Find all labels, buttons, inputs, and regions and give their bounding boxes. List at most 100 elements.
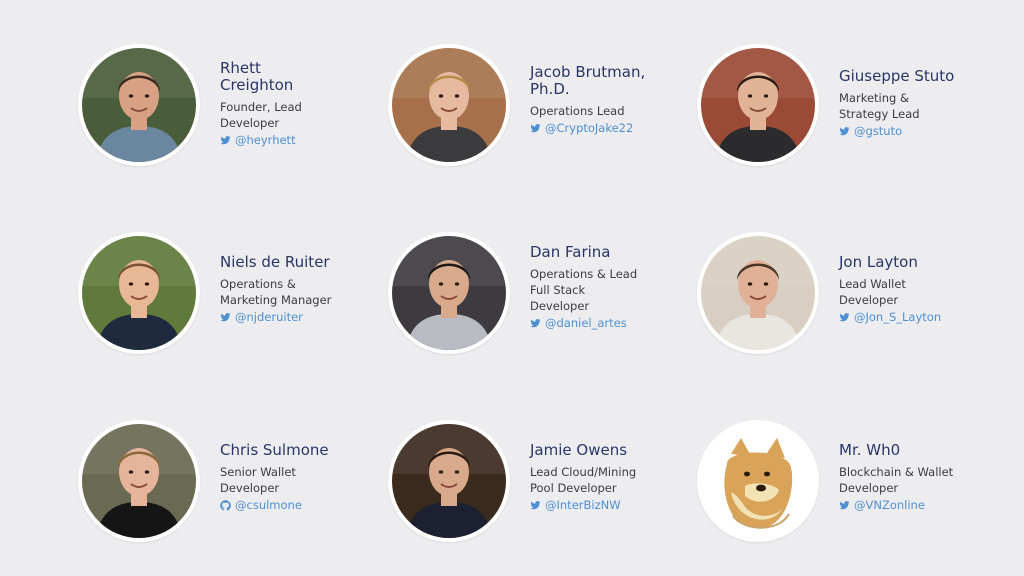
member-role-line: Marketing Manager xyxy=(220,293,332,307)
member-role-line: Blockchain & Wallet xyxy=(839,465,954,479)
social-handle-link[interactable]: @gstuto xyxy=(839,123,999,139)
member-name-line: Dan Farina xyxy=(530,243,611,261)
social-handle-link[interactable]: @CryptoJake22 xyxy=(530,120,690,136)
social-handle-link[interactable]: @Jon_S_Layton xyxy=(839,309,999,325)
profile-photo xyxy=(82,48,196,162)
avatar xyxy=(78,44,200,166)
twitter-icon xyxy=(530,500,541,509)
member-name-line: Jamie Owens xyxy=(530,441,628,459)
twitter-icon xyxy=(220,312,231,321)
team-member-card: Jamie Owens Lead Cloud/Mining Pool Develop… xyxy=(388,420,688,550)
doge-logo xyxy=(701,424,815,538)
twitter-icon xyxy=(839,312,850,321)
social-handle-text: @CryptoJake22 xyxy=(545,121,634,135)
twitter-icon xyxy=(530,318,541,327)
member-role-line: Marketing & xyxy=(839,91,909,105)
member-role-line: Senior Wallet xyxy=(220,465,296,479)
social-handle-text: @gstuto xyxy=(854,124,903,138)
avatar xyxy=(388,232,510,354)
member-name-line: Jacob Brutman, xyxy=(530,63,646,81)
team-member-card: Niels de Ruiter Operations & Marketing Man… xyxy=(78,232,378,362)
profile-photo xyxy=(82,236,196,350)
member-info: Jacob Brutman, Ph.D. Operations Lead @Crypt… xyxy=(530,64,690,136)
member-name-line: Mr. Wh0 xyxy=(839,441,901,459)
profile-photo xyxy=(701,236,815,350)
social-handle-link[interactable]: @heyrhett xyxy=(220,132,380,148)
member-role-line: Developer xyxy=(839,481,899,495)
member-name: Rhett Creighton xyxy=(220,60,380,94)
member-role-line: Lead Wallet xyxy=(839,277,906,291)
member-name: Jon Layton xyxy=(839,254,999,271)
social-handle-text: @Jon_S_Layton xyxy=(854,310,942,324)
profile-photo xyxy=(82,424,196,538)
member-info: Jamie Owens Lead Cloud/Mining Pool Develop… xyxy=(530,442,690,513)
social-handle-link[interactable]: @InterBizNW xyxy=(530,497,690,513)
member-info: Chris Sulmone Senior Wallet Developer @csul… xyxy=(220,442,380,513)
social-handle-text: @njderuiter xyxy=(235,310,303,324)
member-role-line: Developer xyxy=(839,293,899,307)
social-handle-text: @csulmone xyxy=(235,498,302,512)
avatar xyxy=(697,44,819,166)
member-info: Mr. Wh0 Blockchain & Wallet Developer @VNZo… xyxy=(839,442,999,513)
member-name-line: Niels de Ruiter xyxy=(220,253,330,271)
social-handle-link[interactable]: @VNZonline xyxy=(839,497,999,513)
profile-photo xyxy=(701,48,815,162)
member-name-line: Rhett xyxy=(220,59,261,77)
member-role-line: Founder, Lead xyxy=(220,100,302,114)
member-name: Dan Farina xyxy=(530,244,690,261)
avatar xyxy=(388,44,510,166)
team-grid: Rhett Creighton Founder, Lead Developer @hey… xyxy=(0,0,1024,576)
github-icon xyxy=(220,499,231,511)
member-name-line: Chris Sulmone xyxy=(220,441,329,459)
twitter-icon xyxy=(839,500,850,509)
avatar xyxy=(78,420,200,542)
member-name: Niels de Ruiter xyxy=(220,254,380,271)
avatar xyxy=(697,420,819,542)
member-role-line: Strategy Lead xyxy=(839,107,920,121)
avatar xyxy=(697,232,819,354)
avatar xyxy=(78,232,200,354)
member-name-line: Giuseppe Stuto xyxy=(839,67,955,85)
member-name: Mr. Wh0 xyxy=(839,442,999,459)
team-member-card: Rhett Creighton Founder, Lead Developer @hey… xyxy=(78,44,378,174)
member-info: Rhett Creighton Founder, Lead Developer @hey… xyxy=(220,60,380,148)
member-role-line: Developer xyxy=(220,116,280,130)
member-info: Niels de Ruiter Operations & Marketing Man… xyxy=(220,254,380,325)
social-handle-link[interactable]: @csulmone xyxy=(220,497,380,513)
member-name-line: Ph.D. xyxy=(530,80,570,98)
member-role-line: Operations & xyxy=(220,277,296,291)
member-role-line: Operations & Lead xyxy=(530,267,638,281)
member-role-line: Full Stack xyxy=(530,283,586,297)
member-role-line: Developer xyxy=(220,481,280,495)
team-member-card: Jacob Brutman, Ph.D. Operations Lead @Crypt… xyxy=(388,44,688,174)
twitter-icon xyxy=(530,123,541,132)
twitter-icon xyxy=(839,126,850,135)
avatar xyxy=(388,420,510,542)
team-member-card: Mr. Wh0 Blockchain & Wallet Developer @VNZo… xyxy=(697,420,997,550)
member-info: Giuseppe Stuto Marketing & Strategy Lead @g… xyxy=(839,68,999,139)
profile-photo xyxy=(392,236,506,350)
member-name: Giuseppe Stuto xyxy=(839,68,999,85)
member-name: Chris Sulmone xyxy=(220,442,380,459)
social-handle-text: @heyrhett xyxy=(235,133,296,147)
social-handle-text: @daniel_artes xyxy=(545,316,627,330)
member-info: Jon Layton Lead Wallet Developer @Jon_S_Lay… xyxy=(839,254,999,325)
team-member-card: Jon Layton Lead Wallet Developer @Jon_S_Lay… xyxy=(697,232,997,362)
member-name: Jamie Owens xyxy=(530,442,690,459)
social-handle-text: @InterBizNW xyxy=(545,498,621,512)
twitter-icon xyxy=(220,135,231,144)
social-handle-link[interactable]: @daniel_artes xyxy=(530,315,690,331)
social-handle-text: @VNZonline xyxy=(854,498,925,512)
member-role-line: Developer xyxy=(530,299,590,313)
member-role-line: Operations Lead xyxy=(530,104,625,118)
member-role-line: Lead Cloud/Mining xyxy=(530,465,637,479)
team-member-card: Chris Sulmone Senior Wallet Developer @csul… xyxy=(78,420,378,550)
social-handle-link[interactable]: @njderuiter xyxy=(220,309,380,325)
member-name-line: Jon Layton xyxy=(839,253,918,271)
member-role-line: Pool Developer xyxy=(530,481,617,495)
team-member-card: Dan Farina Operations & Lead Full Stack Dev… xyxy=(388,232,688,362)
member-name-line: Creighton xyxy=(220,76,294,94)
profile-photo xyxy=(392,48,506,162)
profile-photo xyxy=(392,424,506,538)
member-info: Dan Farina Operations & Lead Full Stack Dev… xyxy=(530,244,690,331)
